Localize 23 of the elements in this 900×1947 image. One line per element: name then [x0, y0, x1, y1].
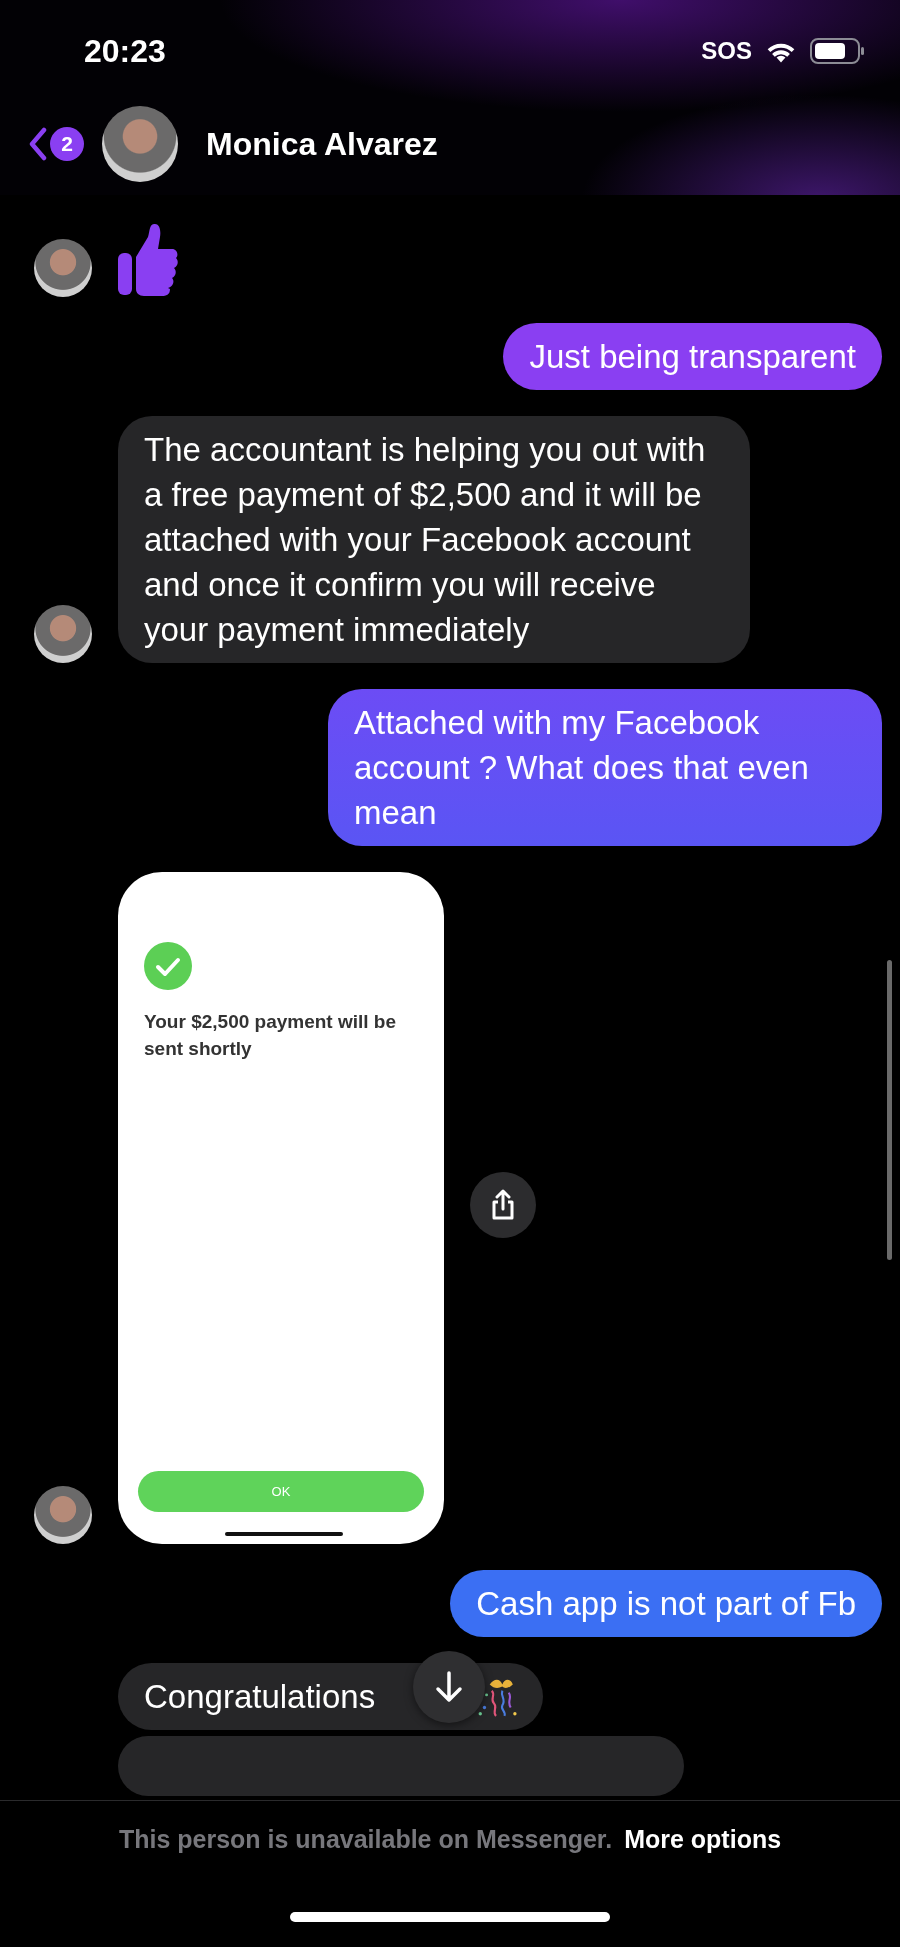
ok-button: OK — [138, 1471, 424, 1512]
payment-confirmation-text: Your $2,500 payment will be sent shortly — [144, 1010, 398, 1061]
carrier-label: SOS — [701, 37, 752, 65]
battery-icon — [810, 38, 866, 64]
more-options-link[interactable]: More options — [624, 1825, 782, 1854]
status-time: 20:23 — [84, 32, 166, 70]
sent-message: Attached with my Facebook account ? What does that even mean — [328, 689, 882, 846]
sent-message: Cash app is not part of Fb — [450, 1570, 882, 1637]
back-button[interactable]: 2 — [28, 127, 84, 161]
message-text: Congratulations — [144, 1677, 376, 1717]
sender-avatar — [34, 239, 92, 297]
sender-avatar — [34, 1486, 92, 1544]
payment-screenshot[interactable]: Your $2,500 payment will be sent shortly OK — [118, 872, 444, 1544]
contact-name[interactable]: Monica Alvarez — [206, 125, 438, 163]
thumbs-up-icon — [118, 223, 178, 297]
sent-message: Just being transparent — [503, 323, 882, 390]
checkmark-icon — [144, 942, 192, 990]
unavailable-notice: This person is unavailable on Messenger. — [118, 1825, 613, 1854]
sender-avatar — [34, 605, 92, 663]
back-chevron-icon — [28, 127, 48, 161]
down-arrow-icon — [434, 1670, 464, 1704]
message-text: The accountant is helping you out with a free payment of $2,500 and it will be attached with your Facebook account and once it confirm you will receive your payment immediately — [144, 430, 707, 650]
unread-badge: 2 — [50, 127, 84, 161]
